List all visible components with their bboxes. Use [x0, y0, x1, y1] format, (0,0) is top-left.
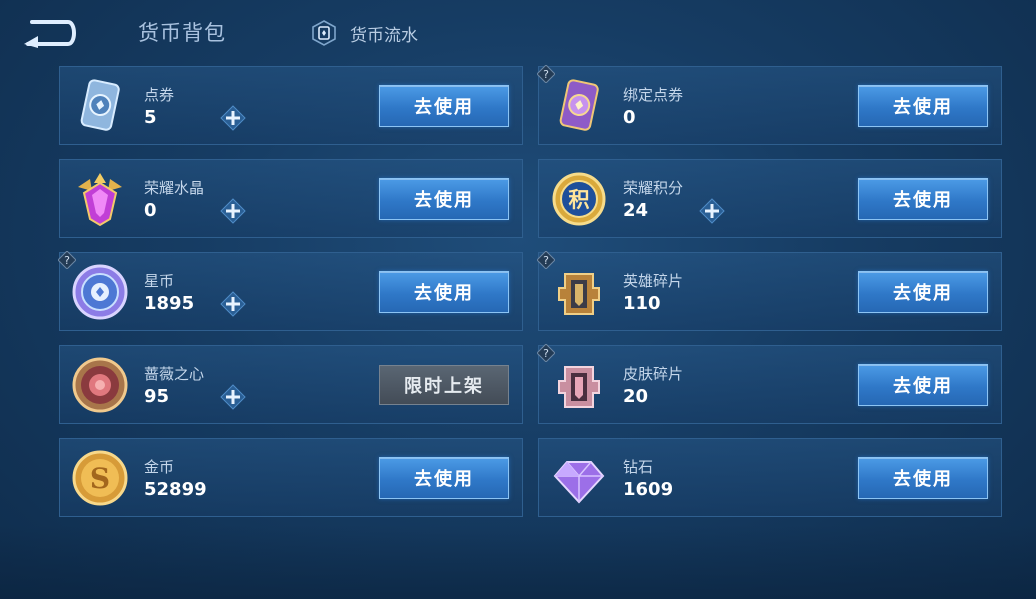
item-name: 荣耀水晶 [144, 179, 205, 197]
use-button[interactable]: 去使用 [379, 85, 509, 127]
rose-heart-icon [72, 357, 128, 413]
bottom-glow [0, 525, 1036, 599]
add-plus-icon[interactable] [220, 291, 246, 317]
svg-text:积: 积 [569, 188, 590, 212]
limited-time-button: 限时上架 [379, 365, 509, 405]
top-bar: 货币背包 货币流水 [0, 0, 1036, 62]
currency-card-diamond: 钻石 1609 去使用 [538, 438, 1002, 517]
item-name: 金币 [144, 458, 175, 476]
use-button[interactable]: 去使用 [379, 271, 509, 313]
add-plus-icon[interactable] [220, 105, 246, 131]
use-button[interactable]: 去使用 [858, 85, 988, 127]
currency-card-hero-fragment: 英雄碎片 110 去使用 [538, 252, 1002, 331]
item-name: 钻石 [623, 458, 654, 476]
use-button[interactable]: 去使用 [858, 271, 988, 313]
item-amount: 24 [623, 200, 649, 221]
currency-card-rose-heart: 蔷薇之心 95 限时上架 [59, 345, 523, 424]
currency-card-skin-fragment: 皮肤碎片 20 去使用 [538, 345, 1002, 424]
coupon-icon [80, 79, 120, 131]
bound-coupon-icon [559, 79, 599, 131]
glory-crystal-icon [78, 173, 122, 227]
add-plus-icon[interactable] [220, 384, 246, 410]
hero-fragment-icon [558, 273, 600, 315]
item-amount: 0 [623, 107, 636, 128]
item-amount: 110 [623, 293, 661, 314]
currency-flow-link[interactable]: 货币流水 [310, 19, 418, 47]
add-plus-icon[interactable] [220, 198, 246, 224]
currency-card-bound-coupon: 绑定点券 0 去使用 [538, 66, 1002, 145]
item-amount: 1895 [144, 293, 195, 314]
use-button[interactable]: 去使用 [858, 457, 988, 499]
item-name: 荣耀积分 [623, 179, 684, 197]
item-amount: 20 [623, 386, 649, 407]
currency-card-glory-crystal: 荣耀水晶 0 去使用 [59, 159, 523, 238]
item-amount: 5 [144, 107, 157, 128]
currency-card-star-coin: 星币 1895 去使用 [59, 252, 523, 331]
glory-points-icon: 积 [552, 172, 606, 226]
currency-card-gold-coin: S 金币 52899 去使用 [59, 438, 523, 517]
page-title: 货币背包 [138, 21, 226, 45]
svg-text:S: S [90, 462, 110, 495]
item-name: 点券 [144, 86, 175, 104]
item-amount: 95 [144, 386, 170, 407]
item-name: 皮肤碎片 [623, 365, 684, 383]
item-amount: 52899 [144, 479, 207, 500]
add-plus-icon[interactable] [699, 198, 725, 224]
currency-card-glory-points: 积 荣耀积分 24 去使用 [538, 159, 1002, 238]
use-button[interactable]: 去使用 [858, 178, 988, 220]
skin-fragment-icon [558, 366, 600, 408]
back-arrow-icon[interactable] [22, 16, 80, 50]
item-amount: 1609 [623, 479, 674, 500]
currency-flow-label: 货币流水 [350, 25, 418, 46]
use-button[interactable]: 去使用 [858, 364, 988, 406]
currency-flow-icon [312, 20, 336, 46]
currency-card-coupon: 点券 5 去使用 [59, 66, 523, 145]
diamond-icon [553, 461, 605, 504]
star-coin-icon [72, 264, 128, 320]
use-button[interactable]: 去使用 [379, 178, 509, 220]
item-name: 绑定点券 [623, 86, 684, 104]
item-amount: 0 [144, 200, 157, 221]
use-button[interactable]: 去使用 [379, 457, 509, 499]
gold-coin-icon: S [72, 450, 128, 506]
item-name: 星币 [144, 272, 175, 290]
item-name: 英雄碎片 [623, 272, 684, 290]
item-name: 蔷薇之心 [144, 365, 205, 383]
